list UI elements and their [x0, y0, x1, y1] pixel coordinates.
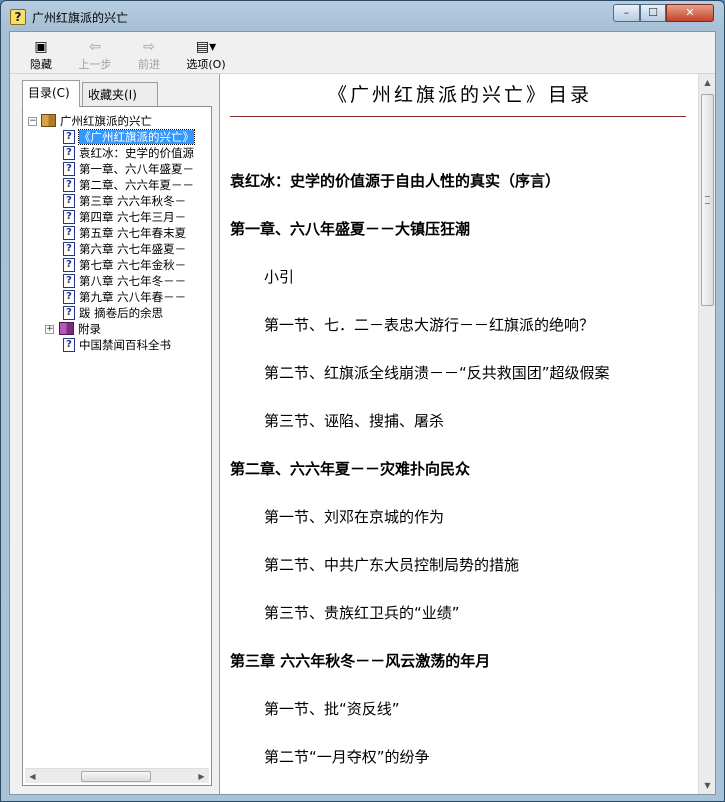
toc-entry[interactable]: 第一节、批“资反线”: [264, 698, 400, 719]
arrow-right-icon: ⇨: [143, 39, 155, 55]
arrow-left-icon: ⇦: [89, 39, 101, 55]
toc-entry[interactable]: 第三节、贵族红卫兵的“业绩”: [264, 602, 460, 623]
close-button[interactable]: ✕: [666, 4, 714, 22]
toc-entry[interactable]: 第一节、七．二－表忠大游行－－红旗派的绝响？: [264, 314, 594, 335]
tree-item[interactable]: ? 第六章 六七年盛夏－: [63, 242, 186, 258]
scroll-up-icon[interactable]: ▲: [699, 74, 715, 91]
help-page-icon: ?: [63, 338, 75, 352]
toc-entry[interactable]: 袁红冰：史学的价值源于自由人性的真实（序言）: [230, 170, 560, 191]
tree-item[interactable]: ? 第三章 六六年秋冬－: [63, 194, 186, 210]
back-label: 上一步: [78, 58, 112, 71]
help-page-icon: ?: [63, 210, 75, 224]
minimize-button[interactable]: –: [613, 4, 640, 22]
book-closed-icon: [59, 322, 74, 335]
options-button[interactable]: ▤▾ 选项(O): [180, 38, 232, 72]
help-page-icon: ?: [63, 290, 75, 304]
title-bar[interactable]: ? 广州红旗派的兴亡 – ☐ ✕: [1, 1, 724, 31]
expand-toggle[interactable]: +: [45, 325, 54, 334]
back-button[interactable]: ⇦ 上一步: [72, 38, 118, 72]
tree-item[interactable]: ? 第四章 六七年三月－: [63, 210, 186, 226]
window-client: ▣ 隐藏 ⇦ 上一步 ⇨ 前进 ▤▾ 选项(O) 目录(C) 收藏夹(I) −: [9, 31, 716, 795]
tree-item[interactable]: ? 《广州红旗派的兴亡》: [63, 129, 195, 146]
help-window: ? 广州红旗派的兴亡 – ☐ ✕ ▣ 隐藏 ⇦ 上一步 ⇨ 前进 ▤▾ 选项(O…: [0, 0, 725, 802]
tree-horizontal-scrollbar[interactable]: ◀ ▶: [25, 768, 209, 783]
toc-entry[interactable]: 小引: [264, 266, 294, 287]
help-page-icon: ?: [63, 178, 75, 192]
toc-entry[interactable]: 第二节、红旗派全线崩溃－－“反共救国团”超级假案: [264, 362, 610, 383]
tree-root[interactable]: 广州红旗派的兴亡: [41, 114, 152, 130]
nav-tabs: 目录(C) 收藏夹(I): [22, 80, 222, 107]
window-title: 广州红旗派的兴亡: [32, 11, 129, 25]
help-page-icon: ?: [63, 146, 75, 160]
document-title: 《广州红旗派的兴亡》目录: [327, 84, 592, 106]
content-pane: 《广州红旗派的兴亡》目录 袁红冰：史学的价值源于自由人性的真实（序言） 第一章、…: [219, 74, 715, 794]
help-page-icon: ?: [63, 242, 75, 256]
tree-item[interactable]: ? 第一章、六八年盛夏－: [63, 162, 194, 178]
title-divider: [230, 116, 686, 117]
toolbar: ▣ 隐藏 ⇦ 上一步 ⇨ 前进 ▤▾ 选项(O): [10, 32, 715, 74]
scroll-right-icon[interactable]: ▶: [194, 769, 209, 784]
scroll-left-icon[interactable]: ◀: [25, 769, 40, 784]
tree-item[interactable]: ? 第五章 六七年春末夏: [63, 226, 186, 242]
forward-button[interactable]: ⇨ 前进: [126, 38, 172, 72]
toc-entry[interactable]: 第二章、六六年夏－－灾难扑向民众: [230, 458, 470, 479]
hide-pane-icon: ▣: [34, 39, 48, 55]
toc-entry[interactable]: 第三节、诬陷、搜捕、屠杀: [264, 410, 444, 431]
tree-item[interactable]: ? 第九章 六八年春－－: [63, 290, 186, 306]
tree-root-label: 广州红旗派的兴亡: [60, 114, 152, 128]
book-open-icon: [41, 114, 56, 127]
tab-favorites[interactable]: 收藏夹(I): [82, 82, 158, 106]
tree-item[interactable]: ? 第二章、六六年夏－－: [63, 178, 194, 194]
tab-contents[interactable]: 目录(C): [22, 80, 80, 107]
forward-label: 前进: [138, 58, 160, 71]
scroll-down-icon[interactable]: ▼: [699, 777, 715, 794]
tree-item[interactable]: ? 袁红冰：史学的价值源: [63, 146, 194, 162]
help-page-icon: ?: [63, 130, 75, 144]
toc-entry[interactable]: 第三章 六六年秋冬－－风云激荡的年月: [230, 650, 490, 671]
help-page-icon: ?: [63, 226, 75, 240]
options-icon: ▤▾: [195, 39, 217, 55]
tree-item[interactable]: ? 第七章 六七年金秋－: [63, 258, 186, 274]
toc-entry[interactable]: 第二节、中共广东大员控制局势的措施: [264, 554, 519, 575]
tree-item-appendix[interactable]: 附录: [59, 322, 101, 338]
content-vertical-scrollbar[interactable]: ▲ ▼: [698, 74, 715, 794]
help-page-icon: ?: [63, 306, 75, 320]
toc-entry[interactable]: 第二节“一月夺权”的纷争: [264, 746, 430, 767]
options-label: 选项(O): [186, 58, 226, 71]
scroll-thumb[interactable]: [701, 94, 714, 306]
help-question-icon: ?: [10, 9, 26, 25]
hide-button[interactable]: ▣ 隐藏: [18, 38, 64, 72]
help-page-icon: ?: [63, 162, 75, 176]
scroll-thumb[interactable]: [81, 771, 151, 782]
help-page-icon: ?: [63, 258, 75, 272]
contents-tree: − 广州红旗派的兴亡 ? 《广州红旗派的兴亡》 ? 袁红冰：史学的价值源 ? 第一章、…: [25, 113, 209, 763]
maximize-button[interactable]: ☐: [640, 4, 666, 22]
toc-entry[interactable]: 第一节、刘邓在京城的作为: [264, 506, 444, 527]
tree-item[interactable]: ? 中国禁闻百科全书: [63, 338, 171, 354]
help-page-icon: ?: [63, 274, 75, 288]
help-page-icon: ?: [63, 194, 75, 208]
contents-tree-panel: − 广州红旗派的兴亡 ? 《广州红旗派的兴亡》 ? 袁红冰：史学的价值源 ? 第一章、…: [22, 106, 212, 786]
grip-icon: [705, 196, 710, 204]
hide-label: 隐藏: [30, 58, 52, 71]
toc-entry[interactable]: 第一章、六八年盛夏－－大镇压狂潮: [230, 218, 470, 239]
tree-item[interactable]: ? 跋 摘卷后的余思: [63, 306, 163, 322]
collapse-toggle[interactable]: −: [28, 117, 37, 126]
tree-item[interactable]: ? 第八章 六七年冬－－: [63, 274, 186, 290]
